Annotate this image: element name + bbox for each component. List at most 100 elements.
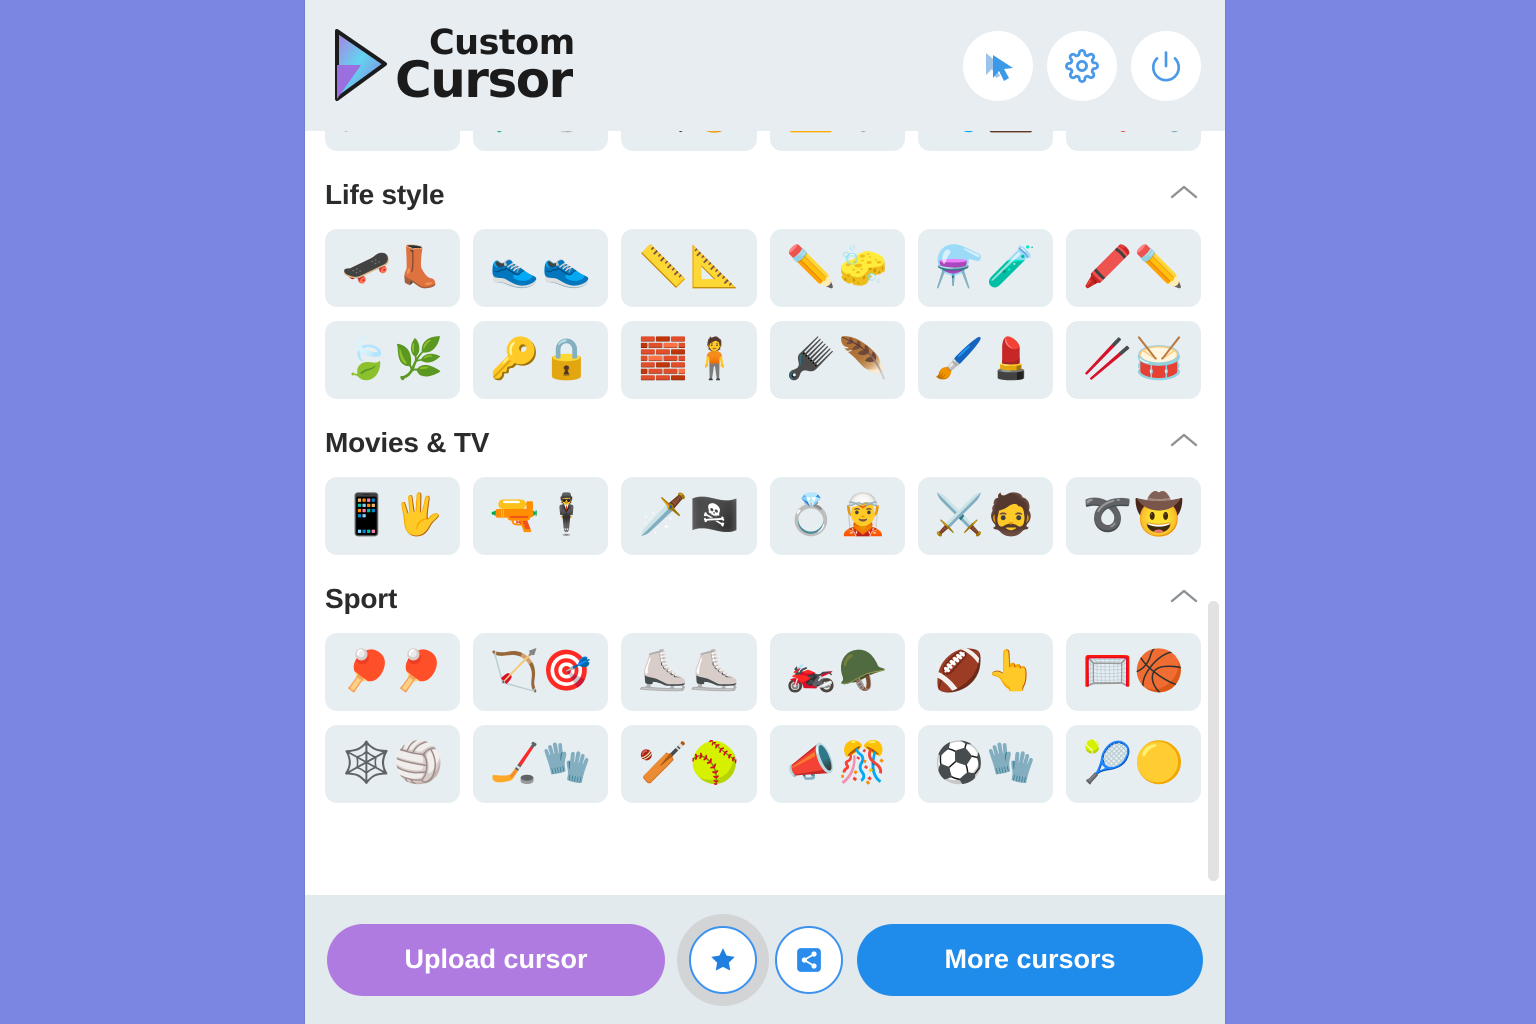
cursor-tile-hoop-basketball[interactable]: 🥅 🏀	[1065, 633, 1201, 711]
cursor-grid-sport: 🏓 🏓 🏹 🎯 ⛸️ ⛸️ 🏍️ 🪖 🏈 👆 🥅 🏀 🕸️ 🏐 🏒 🧤 🏏 🥎 📣 🎊 ⚽ 🧤 🎾 🟡	[325, 633, 1201, 803]
cursor-tile-racket-tennisball[interactable]: 🎾 🟡	[1065, 725, 1201, 803]
brand-text: Custom Cursor	[395, 26, 575, 109]
cursor-glyph-primary: ➰	[1082, 493, 1133, 537]
cursor-glyph-secondary: 👟	[541, 245, 592, 289]
brand-text-bottom: Cursor	[395, 51, 573, 109]
cursor-grid-partial-top: 🗡️🎭 🪒💈 🔍🤠 📻🛡️ 🩺💼 🪛🔧	[325, 131, 1201, 151]
cursor-tile-megaphone-pompom[interactable]: 📣 🎊	[769, 725, 905, 803]
cursor-glyph-secondary: 🧍	[689, 337, 740, 381]
section-title: Life style	[325, 179, 445, 210]
cursor-tile-radio-badge[interactable]: 📻🛡️	[769, 131, 905, 151]
cursor-tile-key-lock[interactable]: 🔑 🔒	[473, 321, 609, 399]
cursor-tile-skateboard-boot[interactable]: 🛹 👢	[325, 229, 461, 307]
cursor-glyph-secondary: 🏀	[1134, 649, 1185, 693]
cursor-glyph-primary: 📣	[786, 741, 837, 785]
cursor-glyph-secondary: 🏐	[393, 741, 444, 785]
cursor-tile-dagger-mask[interactable]: 🗡️🎭	[325, 131, 461, 151]
cursor-glyph-primary: 🕸️	[341, 741, 392, 785]
brand-logo: Custom Cursor	[331, 26, 575, 105]
section-header-movies-tv[interactable]: Movies & TV	[325, 427, 1201, 459]
cursor-tile-leaves[interactable]: 🍃 🌿	[325, 321, 461, 399]
cursor-tile-pencil-eraser[interactable]: ✏️ 🧽	[769, 229, 905, 307]
cursor-glyph-secondary: 🌿	[393, 337, 444, 381]
cursor-tile-ring-hobbit[interactable]: 💍 🧝	[769, 477, 905, 555]
cursor-tile-magnifier-hat[interactable]: 🔍🤠	[621, 131, 757, 151]
cursor-tile-whip-cowboyhat[interactable]: ➰ 🤠	[1065, 477, 1201, 555]
cursor-glyph-primary: ⛸️	[638, 649, 688, 693]
chevron-up-icon[interactable]	[1167, 586, 1201, 613]
cursor-tile-bat-glove[interactable]: 🏏 🥎	[621, 725, 757, 803]
cursor-toggle-button[interactable]	[963, 30, 1033, 101]
cursor-logo-icon	[335, 28, 387, 101]
cursor-glyph-secondary: 🧝	[838, 493, 888, 537]
cursor-glyph-secondary: 🥎	[689, 741, 740, 785]
cursor-glyph-secondary: 💄	[986, 337, 1037, 381]
cursor-glyph-primary: 🏈	[934, 649, 985, 693]
share-button[interactable]	[775, 925, 843, 994]
section-header-sport[interactable]: Sport	[325, 583, 1201, 615]
cursor-tile-pingpong-paddles[interactable]: 🏓 🏓	[325, 633, 461, 711]
cursor-glyph-secondary: 🏓	[393, 649, 444, 693]
cursor-tile-hockeystick-pads[interactable]: 🏒 🧤	[473, 725, 609, 803]
cursor-glyph-primary: 🏹	[489, 649, 540, 693]
upload-cursor-button[interactable]: Upload cursor	[327, 923, 665, 996]
cursor-tile-sword-knight[interactable]: ⚔️ 🧔	[917, 477, 1053, 555]
cursor-tile-sword-pirate[interactable]: 🗡️ 🏴‍☠️	[621, 477, 757, 555]
cursor-glyph-primary: 🥅	[1082, 649, 1133, 693]
cursor-glyph-primary: 🍃	[341, 337, 392, 381]
cursor-tile-brick-lego[interactable]: 🧱 🧍	[621, 321, 757, 399]
cursor-tile-stethoscope-bag[interactable]: 🩺💼	[917, 131, 1053, 151]
cursor-tile-razor-barberpole[interactable]: 🪒💈	[473, 131, 609, 151]
chevron-up-icon[interactable]	[1167, 182, 1201, 209]
header-actions	[963, 30, 1201, 101]
cursor-glyph-primary: 🔫	[489, 493, 540, 537]
cursor-glyph-primary: 🗡️	[638, 493, 688, 537]
cursor-glyph-primary: 🏒	[489, 741, 540, 785]
star-icon	[711, 947, 735, 971]
cursor-tile-sneakers[interactable]: 👟 👟	[473, 229, 609, 307]
cursor-tile-ruler-protractor[interactable]: 📏 📐	[621, 229, 757, 307]
cursor-glyph-secondary: 🧽	[838, 245, 888, 289]
power-button[interactable]	[1131, 30, 1201, 101]
cursor-tile-gun-agent[interactable]: 🔫 🕴️	[473, 477, 609, 555]
cursor-tile-drumstick-drum[interactable]: 🥢 🥁	[1065, 321, 1201, 399]
cursor-glyph-secondary: 🎊	[838, 741, 888, 785]
cursor-tile-crayon-pencil[interactable]: 🖍️ ✏️	[1065, 229, 1201, 307]
cursor-glyph-primary: 🏓	[341, 649, 392, 693]
more-cursors-button[interactable]: More cursors	[857, 923, 1203, 996]
cursor-glyph-secondary: ✏️	[1134, 245, 1185, 289]
cursor-tile-screwdriver-wrench[interactable]: 🪛🔧	[1065, 131, 1201, 151]
cursor-catalog-scroll-area[interactable]: 🗡️🎭🪒💈🔍🤠📻🛡️🩺💼🪛🔧Life style🛹👢👟👟📏📐✏️🧽⚗️🧪🖍️✏️…	[305, 131, 1225, 895]
settings-button[interactable]	[1047, 30, 1117, 101]
cursor-tile-arrow-target[interactable]: 🏹 🎯	[473, 633, 609, 711]
scrollbar-track[interactable]	[1207, 131, 1221, 895]
cursor-tile-football-foam-finger[interactable]: 🏈 👆	[917, 633, 1053, 711]
cursor-tile-makeup-brush-compact[interactable]: 🖌️ 💄	[917, 321, 1053, 399]
cursor-tile-hairbrush-comb[interactable]: 🪮 🪶	[769, 321, 905, 399]
cursor-glyph-primary: 🖍️	[1082, 245, 1133, 289]
cursor-glyph-primary: 🖌️	[934, 337, 985, 381]
cursor-tile-flasks[interactable]: ⚗️ 🧪	[917, 229, 1053, 307]
custom-cursor-extension-popup: Custom Cursor Life style 🛹 👢 👟 👟 📏 📐 ✏️ …	[305, 0, 1225, 1024]
cursor-tile-net-volleyball[interactable]: 🕸️ 🏐	[325, 725, 461, 803]
cursor-glyph-secondary: 🧔	[986, 493, 1037, 537]
scrollbar-thumb[interactable]	[1208, 601, 1219, 881]
cursor-glyph-primary: ⚗️	[934, 245, 985, 289]
cursor-tile-motorbike-helmet[interactable]: 🏍️ 🪖	[769, 633, 905, 711]
favorites-button[interactable]	[689, 925, 757, 994]
share-icon	[797, 947, 821, 972]
cursor-glyph-primary: 💍	[786, 493, 837, 537]
cursor-glyph-primary: 🔑	[489, 337, 540, 381]
cursor-glyph-primary: 🏏	[638, 741, 688, 785]
cursor-tile-skates[interactable]: ⛸️ ⛸️	[621, 633, 757, 711]
cursor-glyph-secondary: 🧤	[541, 741, 592, 785]
cursor-glyph-secondary: 🏴‍☠️	[689, 493, 740, 537]
cursor-glyph-secondary: 🪖	[838, 649, 888, 693]
cursor-glyph-primary: 🧱	[638, 337, 688, 381]
chevron-up-icon[interactable]	[1167, 430, 1201, 457]
cursor-glyph-secondary: 👢	[393, 245, 444, 289]
cursor-glyph-primary: 🥢	[1082, 337, 1133, 381]
cursor-tile-soccer-glove[interactable]: ⚽ 🧤	[917, 725, 1053, 803]
cursor-tile-phone-hand[interactable]: 📱 🖐️	[325, 477, 461, 555]
section-header-life-style[interactable]: Life style	[325, 179, 1201, 211]
